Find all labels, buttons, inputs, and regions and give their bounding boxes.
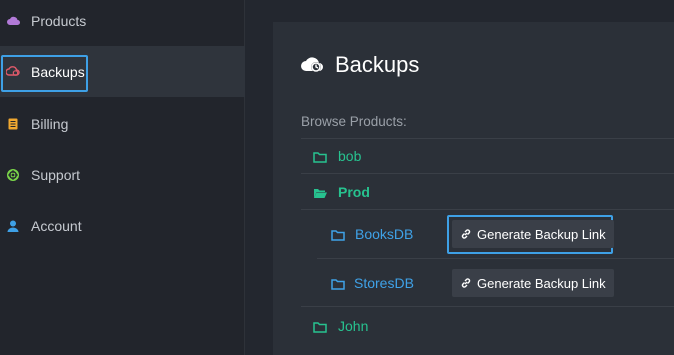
folder-icon [331, 228, 345, 241]
cloud-icon [6, 14, 20, 28]
folder-icon [313, 320, 327, 333]
generate-backup-link-button[interactable]: Generate Backup Link [452, 220, 614, 248]
database-name[interactable]: StoresDB [354, 275, 414, 291]
browse-products-label: Browse Products: [301, 114, 407, 129]
database-name[interactable]: BooksDB [355, 226, 413, 242]
cloud-backup-icon [6, 65, 20, 79]
button-label: Generate Backup Link [477, 226, 606, 242]
user-icon [6, 219, 20, 233]
tree-item-product[interactable]: John [301, 307, 674, 345]
sidebar-item-label: Billing [31, 115, 69, 132]
receipt-icon [6, 117, 20, 131]
cloud-backup-icon [301, 56, 325, 74]
sidebar-item-label: Support [31, 166, 81, 183]
page-title-text: Backups [335, 52, 420, 77]
sidebar: Products Backups Billing Support Account [0, 0, 245, 355]
folder-icon [313, 150, 327, 163]
sidebar-item-backups[interactable]: Backups [0, 46, 245, 97]
sidebar-item-support[interactable]: Support [0, 149, 245, 200]
link-icon [460, 228, 472, 240]
folder-open-icon [313, 186, 327, 198]
sidebar-item-account[interactable]: Account [0, 200, 245, 251]
backups-panel: Backups Browse Products: bob Prod BooksD… [273, 22, 674, 355]
sidebar-item-billing[interactable]: Billing [0, 98, 245, 149]
sidebar-item-label: Account [31, 217, 82, 234]
link-icon [460, 277, 472, 289]
tree-item-product[interactable]: bob [301, 139, 674, 173]
tree-item-product[interactable]: Prod [301, 174, 674, 209]
sidebar-item-products[interactable]: Products [0, 0, 245, 46]
product-name[interactable]: bob [338, 148, 361, 164]
page-title: Backups [301, 52, 419, 78]
generate-backup-link-button[interactable]: Generate Backup Link [452, 269, 614, 297]
product-name[interactable]: Prod [338, 184, 370, 200]
sidebar-item-label: Products [31, 12, 87, 29]
sidebar-item-label: Backups [31, 63, 85, 80]
folder-icon [331, 277, 345, 290]
product-name[interactable]: John [338, 318, 368, 334]
lifebuoy-icon [6, 168, 20, 182]
button-label: Generate Backup Link [477, 275, 606, 291]
